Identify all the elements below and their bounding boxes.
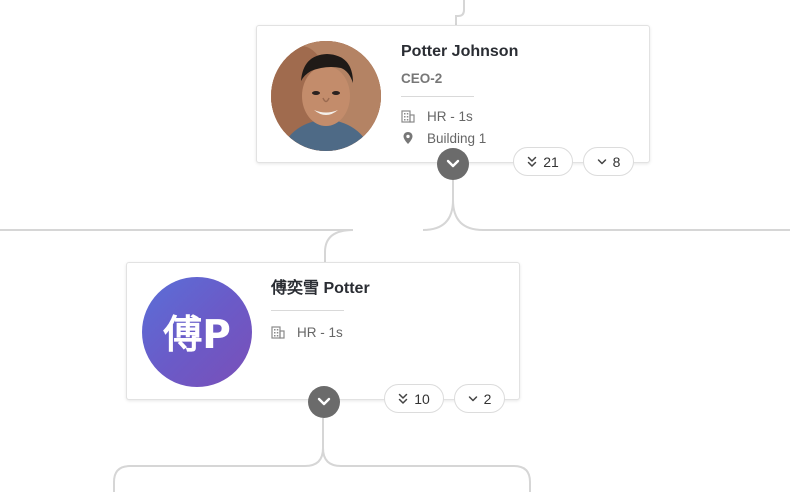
total-reports-button[interactable]: 21 (513, 147, 573, 176)
connector-horizontal-right (452, 199, 790, 231)
employee-name[interactable]: 傅奕雪 Potter (271, 279, 501, 299)
location-row: Building 1 (401, 128, 631, 148)
employee-card-fu-potter[interactable]: 傅P 傅奕雪 Potter HR - 1s (126, 262, 520, 400)
connector-root-to-potter (455, 0, 465, 25)
department-text: HR - 1s (297, 324, 343, 340)
building-icon (401, 109, 415, 123)
employee-card-potter-johnson[interactable]: Potter Johnson CEO-2 HR - 1s Building 1 (256, 25, 650, 163)
employee-title: CEO-2 (401, 71, 443, 86)
total-reports-count: 21 (543, 153, 559, 170)
building-icon (271, 325, 285, 339)
collapse-toggle-button[interactable] (308, 386, 340, 418)
chevron-down-icon (468, 395, 477, 401)
department-text: HR - 1s (427, 108, 473, 124)
direct-reports-count: 2 (483, 390, 492, 407)
avatar-photo (271, 41, 381, 151)
direct-reports-button[interactable]: 8 (583, 147, 634, 176)
chevron-down-icon (597, 158, 606, 164)
direct-reports-count: 8 (612, 153, 621, 170)
total-reports-count: 10 (414, 390, 430, 407)
department-row: HR - 1s (271, 322, 501, 342)
connector-horizontal-left (0, 229, 354, 262)
employee-info: 傅奕雪 Potter HR - 1s (271, 279, 501, 344)
double-chevron-down-icon (527, 156, 537, 167)
employee-name[interactable]: Potter Johnson (401, 42, 631, 62)
department-row: HR - 1s (401, 106, 631, 126)
location-text: Building 1 (427, 130, 487, 146)
collapse-toggle-button[interactable] (437, 148, 469, 180)
double-chevron-down-icon (398, 393, 408, 404)
connector-potter-down (422, 180, 454, 231)
direct-reports-button[interactable]: 2 (454, 384, 505, 413)
total-reports-button[interactable]: 10 (384, 384, 444, 413)
map-pin-icon (401, 131, 415, 145)
chevron-down-icon (446, 159, 460, 168)
employee-info: Potter Johnson CEO-2 HR - 1s Building 1 (401, 42, 631, 150)
avatar-initials: 傅P (142, 277, 252, 387)
divider (271, 310, 344, 311)
divider (401, 96, 474, 97)
connector-fu-down (113, 418, 324, 492)
connector-fu-right-branch (322, 447, 531, 492)
chevron-down-icon (317, 397, 331, 406)
